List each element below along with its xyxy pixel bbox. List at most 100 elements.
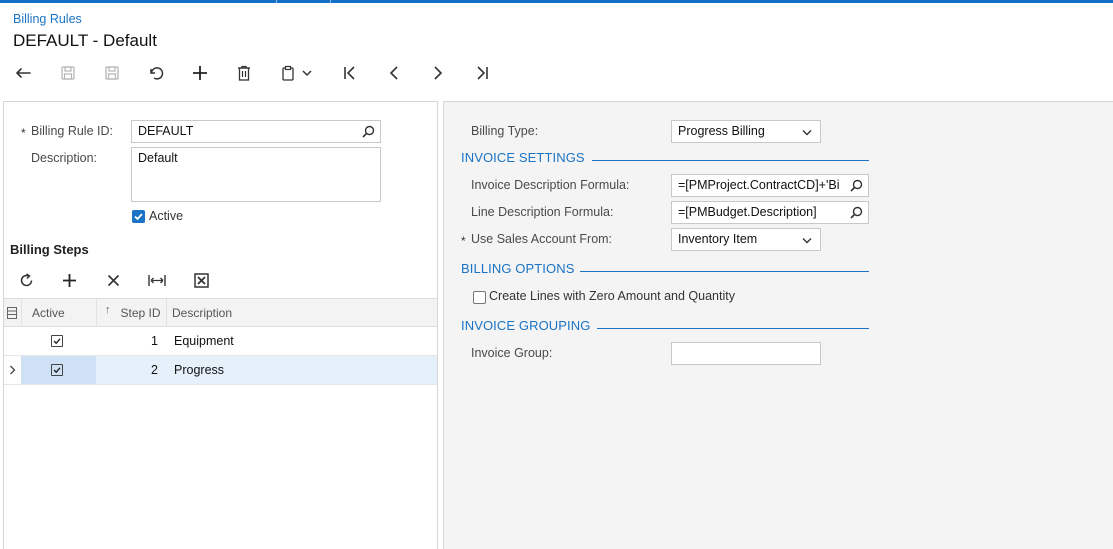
row-step-id[interactable]: 2 [96,356,158,384]
previous-record-icon [389,66,398,80]
left-panel: * Billing Rule ID: DEFAULT Description: … [3,101,438,549]
save-close-button[interactable] [55,60,81,86]
next-record-icon [434,66,443,80]
right-panel: Billing Type: Progress Billing INVOICE S… [443,101,1113,549]
page-title: DEFAULT - Default [13,31,157,50]
row-step-id[interactable]: 1 [96,327,158,355]
checkbox [50,364,63,376]
add-icon [62,273,76,287]
create-lines-label: Create Lines with Zero Amount and Quanti… [489,289,735,303]
topbar-divider [276,0,277,3]
add-row-button[interactable] [55,268,83,292]
row-active-checkbox[interactable] [51,327,71,355]
use-sales-account-value: Inventory Item [678,232,758,246]
billing-rule-id-value: DEFAULT [138,124,194,138]
next-record-button[interactable] [425,60,451,86]
column-header-description[interactable]: Description [166,299,437,326]
billing-type-label: Billing Type: [471,124,539,138]
save-close-icon [61,66,75,80]
checkmark-icon [53,367,61,374]
export-excel-icon [193,272,209,288]
grid-header: Active ↑ Step ID Description [4,298,437,327]
delete-row-button[interactable] [99,268,127,292]
topbar-divider [330,0,331,3]
save-icon [105,66,119,80]
refresh-button[interactable] [12,268,40,292]
active-label: Active [149,209,184,223]
column-settings-icon [7,306,17,319]
top-accent-bar [0,0,1113,3]
billing-type-select[interactable]: Progress Billing [671,120,821,143]
row-description[interactable]: Progress [174,356,429,384]
first-record-button[interactable] [337,60,363,86]
delete-button[interactable] [231,60,257,86]
search-icon[interactable] [850,206,863,219]
column-settings-button[interactable] [4,299,21,326]
section-divider [592,160,869,161]
line-description-formula-field[interactable]: =[PMBudget.Description] [671,201,869,224]
billing-rule-id-label: Billing Rule ID: [31,124,113,138]
chevron-down-icon [802,238,812,244]
chevron-right-icon [10,365,16,375]
checkmark-icon [53,338,61,345]
use-sales-account-select[interactable]: Inventory Item [671,228,821,251]
copy-paste-button[interactable] [275,60,301,86]
row-description[interactable]: Equipment [174,327,429,355]
main-toolbar [0,58,560,88]
description-label: Description: [31,151,97,165]
sort-ascending-icon: ↑ [105,303,111,316]
add-icon [193,66,207,80]
cancel-button[interactable] [143,60,169,86]
last-record-button[interactable] [469,60,495,86]
create-lines-checkbox[interactable] [473,291,486,304]
delete-icon [238,65,250,81]
column-header-active[interactable]: Active [21,299,96,326]
refresh-icon [20,272,32,286]
billing-type-value: Progress Billing [678,124,765,138]
save-button[interactable] [99,60,125,86]
invoice-group-label: Invoice Group: [471,346,553,360]
invoice-grouping-title: INVOICE GROUPING [461,318,591,333]
add-button[interactable] [187,60,213,86]
row-selector[interactable] [4,356,21,384]
first-record-icon [344,66,355,80]
section-divider [580,271,869,272]
invoice-description-formula-value: =[PMProject.ContractCD]+'Bi [678,178,840,192]
column-header-step-id[interactable]: ↑ Step ID [96,299,166,326]
table-row[interactable]: 2 Progress [4,356,437,385]
use-sales-account-label: Use Sales Account From: [471,232,613,246]
invoice-group-field[interactable] [671,342,821,365]
fit-columns-icon [148,274,166,286]
line-description-formula-label: Line Description Formula: [471,205,614,219]
required-marker: * [461,234,466,248]
active-checkbox[interactable] [132,210,145,223]
row-active-checkbox[interactable] [21,356,96,384]
back-button[interactable] [11,60,37,86]
delete-icon [107,274,119,286]
breadcrumb[interactable]: Billing Rules [13,12,82,26]
section-divider [597,328,869,329]
search-icon[interactable] [362,125,375,138]
checkbox [51,335,63,347]
invoice-description-formula-field[interactable]: =[PMProject.ContractCD]+'Bi [671,174,869,197]
chevron-down-icon [802,130,812,136]
export-excel-button[interactable] [187,268,215,292]
fit-columns-button[interactable] [143,268,171,292]
copy-paste-dropdown[interactable] [299,60,315,86]
search-icon[interactable] [850,179,863,192]
description-field[interactable]: Default [131,147,381,202]
checkmark-icon [134,213,143,221]
copy-paste-icon [282,65,294,81]
billing-rule-id-field[interactable]: DEFAULT [131,120,381,143]
billing-options-title: BILLING OPTIONS [461,261,575,276]
step-id-header-label: Step ID [120,305,161,320]
table-row[interactable]: 1 Equipment [4,327,437,356]
back-arrow-icon [16,68,31,78]
previous-record-button[interactable] [381,60,407,86]
invoice-description-formula-label: Invoice Description Formula: [471,178,630,192]
last-record-icon [477,66,488,80]
line-description-formula-value: =[PMBudget.Description] [678,205,817,219]
billing-steps-title: Billing Steps [10,242,89,257]
required-marker: * [21,126,26,140]
undo-icon [150,67,164,80]
